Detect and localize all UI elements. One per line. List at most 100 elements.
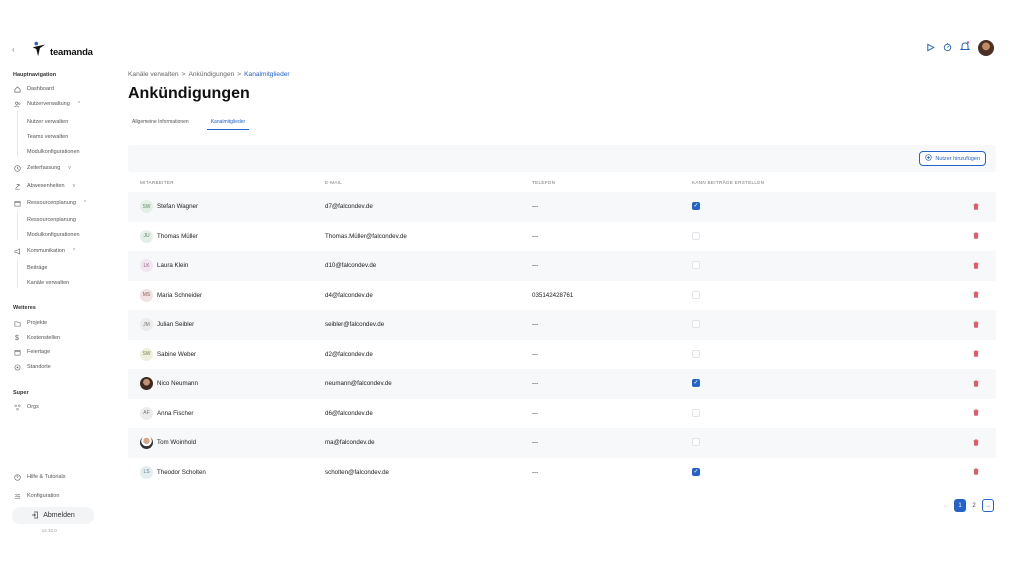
avatar: JU xyxy=(140,229,153,243)
nav-item-cost-centers[interactable]: $ Kostenstellen xyxy=(13,333,60,343)
trash-icon[interactable] xyxy=(972,438,980,446)
help-icon xyxy=(13,473,21,481)
member-phone: --- xyxy=(532,409,539,417)
tab-channel-members[interactable]: Kanalmitglieder xyxy=(206,119,250,130)
brand-logo[interactable]: teamanda xyxy=(30,40,93,58)
nav-item-time-tracking[interactable]: Zeiterfassung v xyxy=(13,163,71,173)
member-phone: --- xyxy=(532,203,539,210)
trash-icon[interactable] xyxy=(972,291,980,299)
nav-item-communication[interactable]: Kommunikation ^ xyxy=(13,246,75,256)
nav-item-user-management[interactable]: Nutzerverwaltung ^ xyxy=(13,99,80,109)
can-post-checkbox[interactable]: ✓ xyxy=(692,467,700,476)
chevron-down-icon: v xyxy=(72,183,76,189)
table-row[interactable]: SW Sabine Weber d2@falcondev.de --- xyxy=(128,340,996,370)
member-cell: JU Thomas Müller xyxy=(140,229,198,243)
table-row[interactable]: LS Theodor Scholten scholten@falcondev.d… xyxy=(128,458,996,488)
member-name: Tom Woinhold xyxy=(157,439,197,446)
page-button-1[interactable]: 1 xyxy=(954,499,966,512)
nav-item-absences[interactable]: Abwesenheiten v xyxy=(13,181,75,191)
table-row[interactable]: SW Stefan Wagner d7@falcondev.de --- ✓ xyxy=(128,192,996,222)
breadcrumb-separator: > xyxy=(181,71,186,78)
trash-icon[interactable] xyxy=(972,232,980,240)
table-row[interactable]: Tom Woinhold ma@falcondev.de --- xyxy=(128,428,996,458)
logout-button[interactable]: Abmelden xyxy=(12,507,94,524)
can-post-checkbox[interactable] xyxy=(692,438,700,446)
user-avatar[interactable] xyxy=(978,40,994,56)
sub-item-manage-channels[interactable]: Kanäle verwalten xyxy=(27,278,69,288)
nav-item-configuration[interactable]: Konfiguration xyxy=(13,491,59,501)
bell-icon[interactable] xyxy=(959,39,971,57)
page-title: Ankündigungen xyxy=(128,85,250,102)
member-phone: --- xyxy=(532,439,539,446)
add-user-button[interactable]: Nutzer hinzufügen xyxy=(919,151,986,166)
nav-label: Hilfe & Tutorials xyxy=(27,474,66,480)
sub-item-manage-teams[interactable]: Teams verwalten xyxy=(27,132,68,142)
member-cell: LS Theodor Scholten xyxy=(140,465,206,479)
nav-item-locations[interactable]: Standorte xyxy=(13,362,51,372)
trash-icon[interactable] xyxy=(972,350,980,358)
timer-icon[interactable] xyxy=(943,39,952,57)
nav-label: Nutzerverwaltung xyxy=(27,101,70,107)
table-row[interactable]: LK Laura Klein d10@falcondev.de --- xyxy=(128,251,996,281)
sub-item-module-config-users[interactable]: Modulkonfigurationen xyxy=(27,147,80,157)
trash-icon[interactable] xyxy=(972,202,980,210)
can-post-checkbox[interactable] xyxy=(692,408,700,417)
table-row[interactable]: JU Thomas Müller Thomas.Müller@falcondev… xyxy=(128,222,996,252)
member-email: d10@falcondev.de xyxy=(325,262,377,269)
member-cell: SW Stefan Wagner xyxy=(140,200,198,213)
members-table: Nutzer hinzufügen MITARBEITER E-MAIL TEL… xyxy=(128,145,996,491)
sub-item-resource-planning[interactable]: Ressourcenplanung xyxy=(27,215,76,225)
sub-item-module-config-resources[interactable]: Modulkonfigurationen xyxy=(27,230,80,240)
column-header-phone[interactable]: TELEFON xyxy=(532,180,555,185)
column-header-member[interactable]: MITARBEITER xyxy=(140,180,174,185)
can-post-checkbox[interactable] xyxy=(692,261,700,269)
trash-icon[interactable] xyxy=(972,468,980,476)
trash-icon[interactable] xyxy=(972,409,980,417)
can-post-checkbox[interactable]: ✓ xyxy=(692,202,700,210)
prev-page-button[interactable]: ← xyxy=(940,499,952,512)
avatar: LS xyxy=(140,465,153,479)
nav-item-projects[interactable]: Projekte xyxy=(13,318,47,328)
member-phone: 035142428761 xyxy=(532,291,574,299)
org-icon xyxy=(13,403,21,411)
nav-item-dashboard[interactable]: Dashboard xyxy=(13,84,54,94)
breadcrumb-item-announcements[interactable]: Ankündigungen xyxy=(188,71,234,78)
member-name: Anna Fischer xyxy=(157,409,194,417)
trash-icon[interactable] xyxy=(972,261,980,269)
logout-label: Abmelden xyxy=(43,512,75,519)
nav-label: Feiertage xyxy=(27,349,51,355)
can-post-checkbox[interactable]: ✓ xyxy=(692,379,700,387)
member-cell: JM Julian Seibler xyxy=(140,318,194,331)
chevron-up-icon: ^ xyxy=(83,200,87,206)
table-row[interactable]: AF Anna Fischer d6@falcondev.de --- xyxy=(128,399,996,429)
breadcrumb-item-current: Kanalmitglieder xyxy=(244,71,290,78)
nav-item-resource-planning[interactable]: Ressourcenplanung ^ xyxy=(13,198,86,208)
play-icon[interactable] xyxy=(926,39,935,57)
breadcrumb-item-channels[interactable]: Kanäle verwalten xyxy=(128,71,179,78)
location-pin-icon xyxy=(13,363,21,371)
trash-icon[interactable] xyxy=(972,320,980,328)
table-row[interactable]: JM Julian Seibler seibler@falcondev.de -… xyxy=(128,310,996,340)
member-name: Stefan Wagner xyxy=(157,203,199,210)
can-post-checkbox[interactable] xyxy=(692,290,700,299)
trash-icon[interactable] xyxy=(972,379,980,387)
table-row[interactable]: MS Maria Schneider d4@falcondev.de 03514… xyxy=(128,281,996,311)
table-row[interactable]: Nico Neumann neumann@falcondev.de --- ✓ xyxy=(128,369,996,399)
logo-row: ‹ teamanda xyxy=(12,40,93,58)
column-header-can-post[interactable]: KANN BEITRÄGE ERSTELLEN xyxy=(692,180,764,185)
nav-item-help[interactable]: Hilfe & Tutorials xyxy=(13,472,66,482)
next-page-button[interactable]: → xyxy=(982,499,994,512)
sub-item-manage-users[interactable]: Nutzer verwalten xyxy=(27,117,68,127)
nav-item-holidays[interactable]: Feiertage xyxy=(13,347,50,357)
collapse-sidebar-icon[interactable]: ‹ xyxy=(12,45,20,54)
page-button-2[interactable]: 2 xyxy=(968,499,980,512)
sub-item-posts[interactable]: Beiträge xyxy=(27,263,48,273)
nav-item-orgs[interactable]: Orgs xyxy=(13,402,39,412)
can-post-checkbox[interactable] xyxy=(692,320,700,328)
breadcrumb: Kanäle verwalten > Ankündigungen > Kanal… xyxy=(128,71,290,78)
can-post-checkbox[interactable] xyxy=(692,231,700,240)
submenu-line xyxy=(17,111,18,157)
can-post-checkbox[interactable] xyxy=(692,349,700,358)
column-header-email[interactable]: E-MAIL xyxy=(325,180,342,185)
tab-general-info[interactable]: Allgemeine Informationen xyxy=(128,119,193,130)
